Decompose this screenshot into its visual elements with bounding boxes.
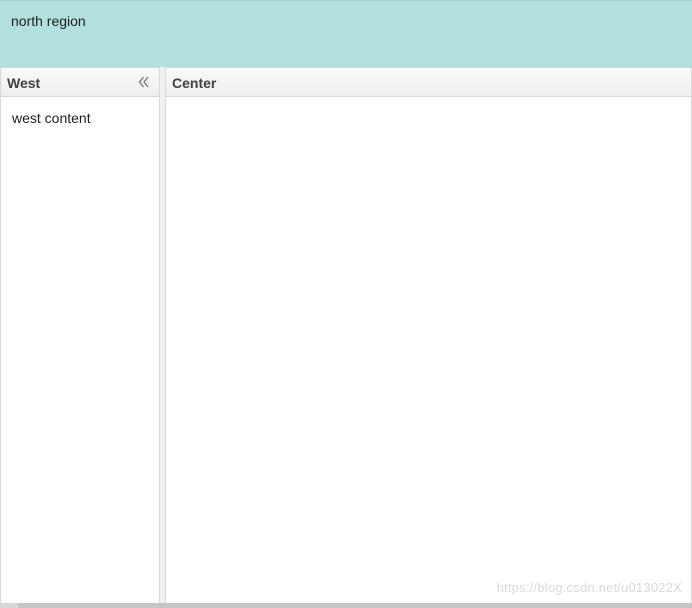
watermark: https://blog.csdn.net/u013022X (496, 580, 682, 595)
scrollbar-thumb[interactable] (18, 603, 692, 608)
north-region-text: north region (11, 13, 86, 29)
center-panel-header: Center (166, 67, 691, 97)
horizontal-scrollbar[interactable] (0, 603, 692, 608)
west-panel-title: West (7, 75, 41, 91)
west-panel-header: West (1, 67, 159, 97)
west-content-text: west content (12, 110, 91, 126)
collapse-west-button[interactable] (136, 74, 152, 90)
center-panel-title: Center (172, 75, 217, 91)
center-panel: Center (165, 67, 692, 603)
double-chevron-left-icon (138, 76, 149, 88)
border-layout: north region West west content Center ht… (0, 0, 692, 608)
west-panel: West west content (0, 67, 160, 603)
north-region: north region (0, 0, 692, 67)
